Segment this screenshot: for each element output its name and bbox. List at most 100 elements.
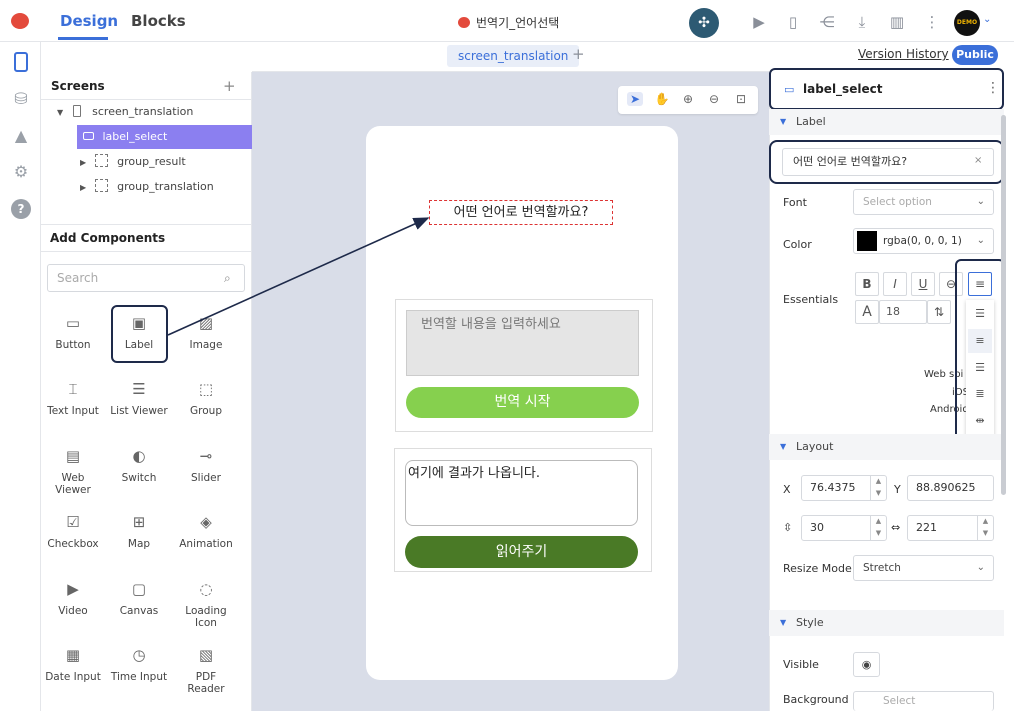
component-canvas[interactable]: ▢ Canvas (108, 579, 170, 617)
clear-icon[interactable]: × (974, 155, 982, 166)
component-text-input[interactable]: ⌶ Text Input (42, 379, 104, 417)
component-label: Group (190, 405, 222, 417)
caret-down-icon: ▼ (780, 442, 787, 451)
component-list[interactable]: ☰ List Viewer (108, 379, 170, 417)
visible-label: Visible (783, 658, 819, 671)
version-history-link[interactable]: Version History (858, 47, 949, 61)
add-screen-button[interactable]: + (223, 77, 236, 95)
download-icon[interactable]: ⤓ (852, 12, 872, 32)
component-pdf[interactable]: ▧ PDF Reader (175, 645, 237, 695)
chevron-down-icon[interactable]: ⌄ (983, 14, 991, 25)
italic-icon[interactable]: I (883, 272, 907, 296)
animation-icon: ◈ (200, 513, 212, 531)
color-swatch[interactable] (857, 231, 877, 251)
component-label: Animation (179, 538, 233, 550)
database-icon[interactable]: ⛁ (11, 89, 31, 109)
resize-mode-select[interactable]: Stretch ⌄ (853, 555, 994, 581)
label-select-widget[interactable]: 어떤 언어로 번역할까요? (429, 200, 613, 225)
label-icon: ▭ (784, 83, 795, 96)
add-components-header: Add Components (50, 231, 166, 245)
font-size-icon: A (855, 300, 879, 324)
line-height-icon[interactable]: ⇅ (927, 300, 951, 324)
tab-design[interactable]: Design (60, 12, 118, 30)
component-image[interactable]: ▨ Image (175, 313, 237, 351)
image-gallery-icon[interactable]: ▲ (11, 126, 31, 146)
app-logo-icon[interactable] (11, 13, 29, 29)
tree-item-group-translation[interactable]: ▶ group_translation (80, 176, 214, 198)
hand-icon[interactable]: ✋ (654, 92, 670, 106)
section-layout[interactable]: ▼ Layout (769, 434, 1004, 460)
book-icon[interactable]: ▥ (887, 12, 907, 32)
app-title[interactable]: 번역기_언어선택 (458, 14, 559, 31)
tree-item-group-result[interactable]: ▶ group_result (80, 151, 186, 173)
component-video[interactable]: ▶ Video (42, 579, 104, 617)
more-vertical-icon[interactable]: ⋮ (986, 80, 1000, 96)
x-stepper[interactable]: ▲ ▼ (870, 475, 886, 501)
section-label[interactable]: ▼ Label (769, 109, 1004, 135)
font-select[interactable]: Select option ⌄ (853, 189, 994, 215)
caret-right-icon[interactable]: ▶ (80, 158, 86, 167)
component-clock[interactable]: ◷ Time Input (108, 645, 170, 683)
signpost-icon[interactable]: ✣ (689, 8, 719, 38)
tree-item-label-select[interactable]: label_select (83, 126, 167, 148)
component-label: Slider (191, 472, 221, 484)
checkbox-icon: ☑ (66, 513, 80, 531)
component-label: Image (189, 339, 223, 351)
component-switch[interactable]: ◐ Switch (108, 446, 170, 484)
eye-icon[interactable]: ◉ (853, 652, 880, 677)
component-calendar[interactable]: ▦ Date Input (42, 645, 104, 683)
fit-screen-icon[interactable]: ⊡ (733, 92, 749, 106)
component-group[interactable]: ⬚ Group (175, 379, 237, 417)
pointer-icon[interactable]: ➤ (627, 92, 643, 106)
canvas-icon: ▢ (131, 580, 147, 598)
background-select[interactable]: Select (853, 691, 994, 711)
zoom-in-icon[interactable]: ⊕ (680, 92, 696, 106)
section-title: Label (796, 115, 826, 128)
height-stepper[interactable]: ▲ ▼ (870, 515, 886, 541)
caret-right-icon[interactable]: ▶ (80, 183, 86, 192)
gear-icon[interactable]: ⚙ (11, 162, 31, 182)
width-stepper[interactable]: ▲ ▼ (977, 515, 993, 541)
tree-item-screen[interactable]: ▼ screen_translation (57, 101, 193, 123)
mobile-icon[interactable] (14, 52, 28, 72)
app-title-logo-icon (458, 17, 470, 28)
list-icon: ☰ (132, 380, 146, 398)
section-title: Style (796, 616, 824, 629)
section-style[interactable]: ▼ Style (769, 610, 1004, 636)
play-icon[interactable]: ▶ (749, 12, 769, 32)
underline-icon[interactable]: U (911, 272, 935, 296)
y-input[interactable]: 88.890625 (907, 475, 994, 501)
zoom-out-icon[interactable]: ⊖ (706, 92, 722, 106)
component-search-input[interactable]: Search (47, 264, 245, 292)
tab-blocks[interactable]: Blocks (131, 12, 186, 30)
component-animation[interactable]: ◈ Animation (175, 512, 237, 550)
more-vertical-icon[interactable]: ⋮ (922, 12, 942, 32)
font-size-input[interactable]: 18 (879, 300, 927, 324)
start-translation-button[interactable]: 번역 시작 (406, 387, 639, 418)
component-label: Video (58, 605, 88, 617)
properties-scrollbar[interactable] (1001, 115, 1006, 495)
avatar[interactable]: DEMO (954, 10, 980, 36)
result-text-widget[interactable]: 여기에 결과가 나옵니다. (405, 460, 638, 526)
device-preview-icon[interactable]: ▯ (783, 12, 803, 32)
clock-icon: ◷ (132, 646, 146, 664)
component-loading[interactable]: ◌ Loading Icon (175, 579, 237, 629)
component-checkbox[interactable]: ☑ Checkbox (42, 512, 104, 550)
resize-mode-value: Stretch (863, 562, 901, 574)
screen-tab[interactable]: screen_translation (447, 45, 580, 67)
component-slider[interactable]: ⊸ Slider (175, 446, 237, 484)
public-button[interactable]: Public (952, 45, 998, 65)
caret-down-icon[interactable]: ▼ (57, 108, 63, 117)
bold-icon[interactable]: B (855, 272, 879, 296)
component-map[interactable]: ⊞ Map (108, 512, 170, 550)
label-text-input[interactable]: 어떤 언어로 번역할까요? (782, 148, 994, 176)
share-icon[interactable]: ⋲ (817, 12, 837, 32)
component-web-viewer[interactable]: ▤ Web Viewer (42, 446, 104, 496)
add-screen-tab-button[interactable]: + (572, 45, 585, 63)
component-button[interactable]: ▭ Button (42, 313, 104, 351)
read-aloud-button[interactable]: 읽어주기 (405, 536, 638, 568)
help-icon[interactable]: ? (11, 199, 31, 219)
text-align-highlight (955, 259, 1005, 447)
translation-input-widget[interactable]: 번역할 내용을 입력하세요 (406, 310, 639, 376)
font-select-value: Select option (863, 196, 932, 208)
